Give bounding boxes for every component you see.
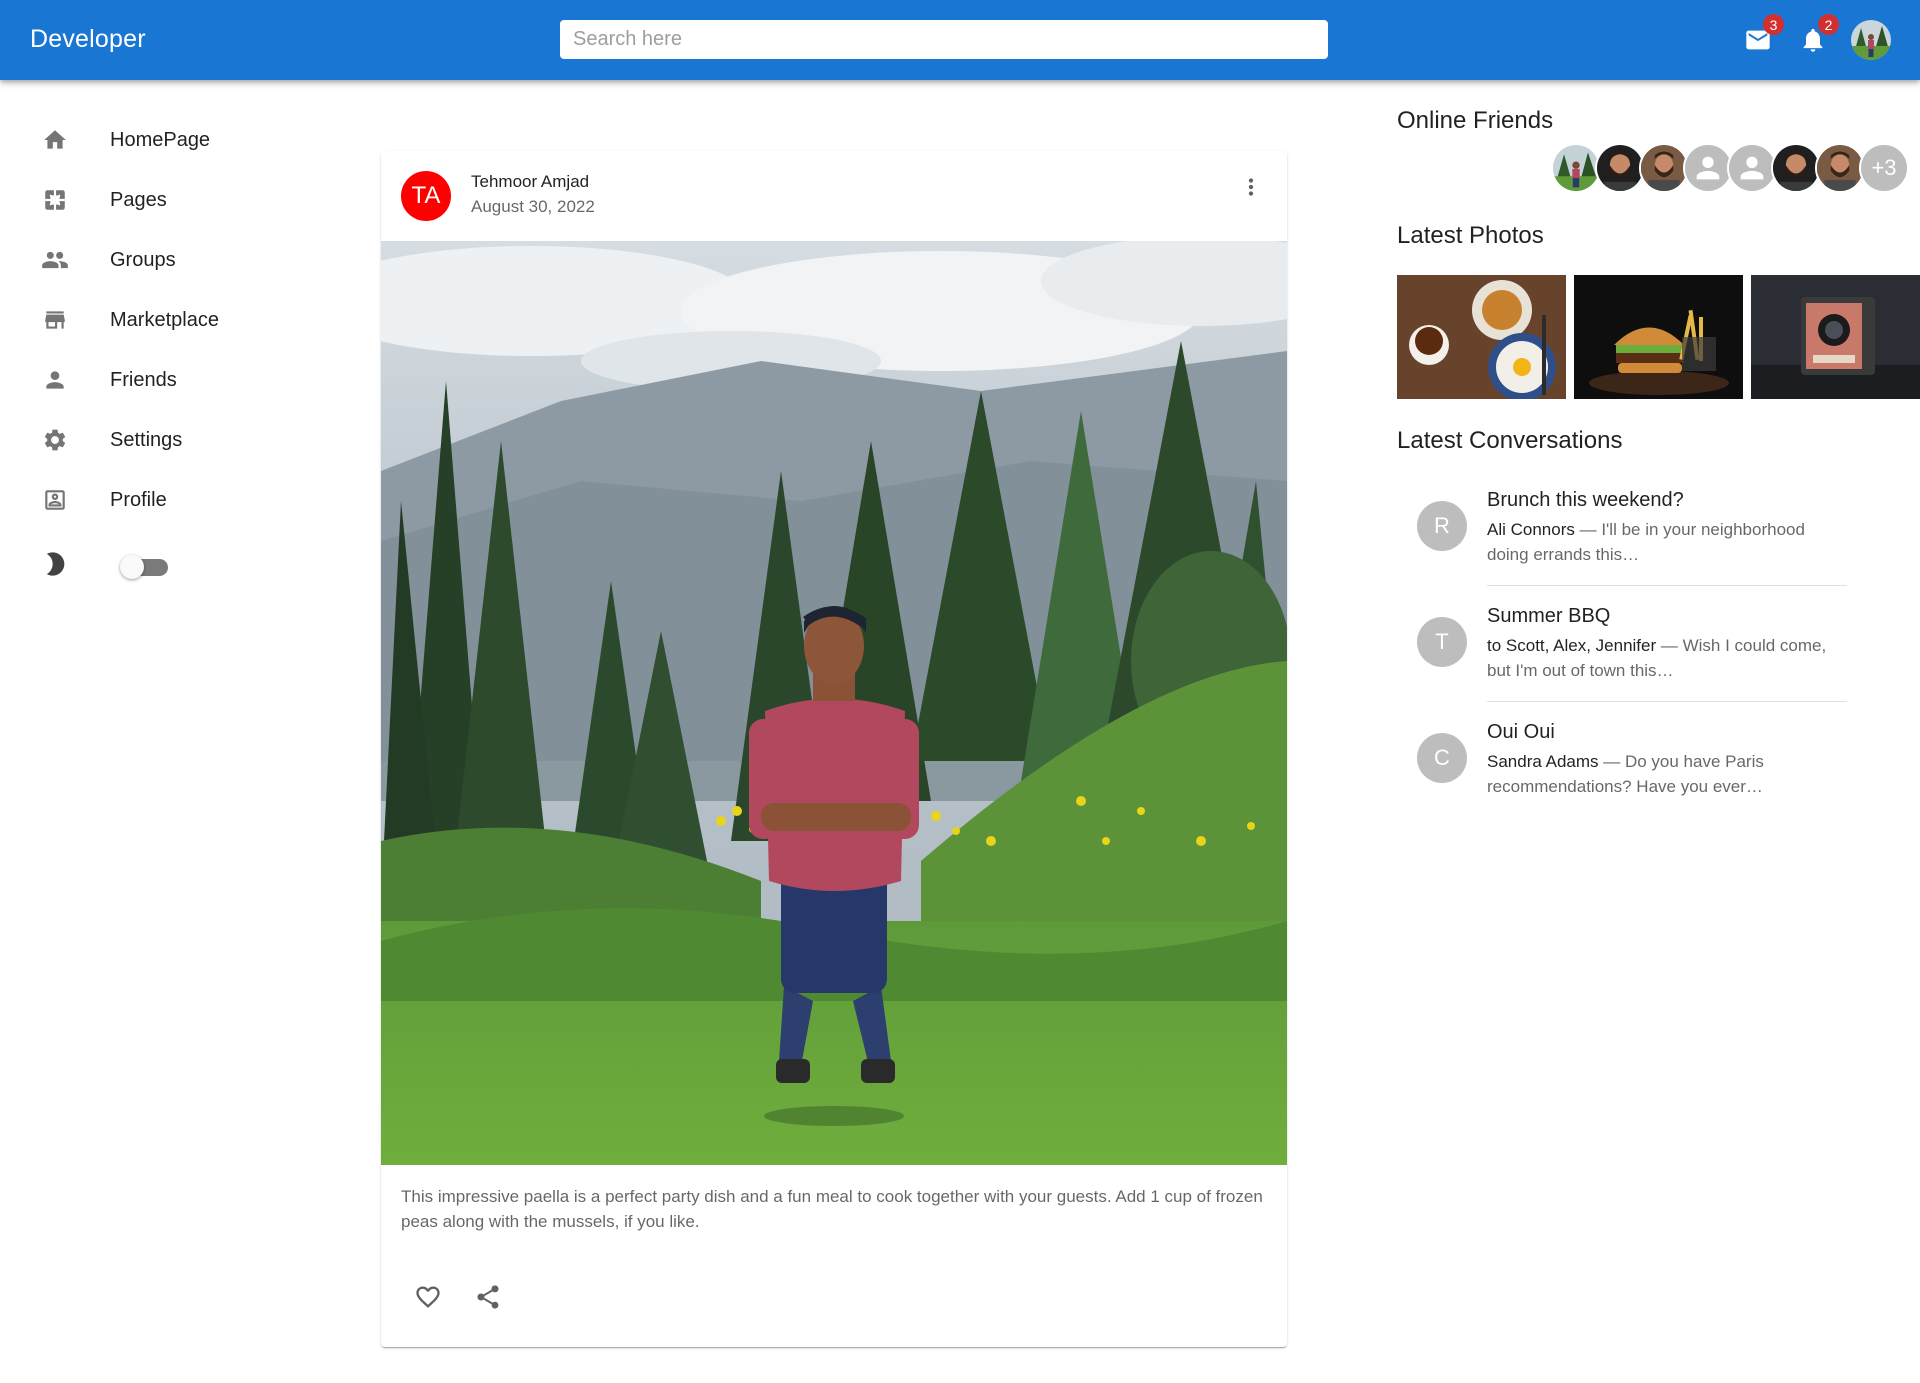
like-button[interactable] — [408, 1277, 448, 1317]
conversation-title: Summer BBQ — [1487, 605, 1611, 627]
photo-thumbnail[interactable] — [1397, 275, 1566, 399]
more-friends-count[interactable]: +3 — [1859, 143, 1909, 193]
sidebar-item-settings[interactable]: Settings — [0, 410, 340, 470]
share-button[interactable] — [468, 1277, 508, 1317]
sidebar-item-friends[interactable]: Friends — [0, 350, 340, 410]
pages-icon — [41, 186, 69, 214]
sidebar-item-groups[interactable]: Groups — [0, 230, 340, 290]
account-box-icon — [41, 486, 69, 514]
sidebar-item-pages[interactable]: Pages — [0, 170, 340, 230]
conversation-preview: to Scott, Alex, Jennifer — Wish I could … — [1487, 633, 1847, 683]
sidebar-item-marketplace[interactable]: Marketplace — [0, 290, 340, 350]
person-icon — [1740, 156, 1764, 180]
user-avatar[interactable] — [1851, 20, 1891, 60]
groups-icon — [41, 246, 69, 274]
mail-badge: 3 — [1763, 14, 1784, 35]
sidebar-item-label: Pages — [110, 188, 167, 211]
sidebar-item-label: Profile — [110, 488, 167, 511]
app-bar: Developer 3 2 — [0, 0, 1920, 80]
sidebar-item-homepage[interactable]: HomePage — [0, 110, 340, 170]
person-icon — [41, 366, 69, 394]
sidebar-item-label: Settings — [110, 428, 183, 451]
post-menu-button[interactable] — [1235, 171, 1267, 203]
friend-avatar[interactable] — [1551, 143, 1601, 193]
notification-badge: 2 — [1818, 14, 1839, 35]
online-friends-group: +3 — [1551, 143, 1920, 193]
online-friends-title: Online Friends — [1397, 107, 1554, 134]
friend-avatar-placeholder[interactable] — [1683, 143, 1733, 193]
person-icon — [1696, 156, 1720, 180]
settings-icon — [41, 426, 69, 454]
post-author-avatar[interactable]: TA — [401, 171, 451, 221]
conversation-sender: Ali Connors — [1487, 520, 1575, 539]
friend-avatar[interactable] — [1595, 143, 1645, 193]
post-author: Tehmoor Amjad — [471, 172, 590, 191]
sidebar-item-label: Groups — [110, 248, 176, 271]
sidebar-item-label: Marketplace — [110, 308, 219, 331]
toggle-thumb — [120, 555, 144, 579]
post-image — [381, 236, 1287, 1165]
conversation-avatar: R — [1417, 501, 1467, 551]
post-card: TA Tehmoor Amjad August 30, 2022 This im… — [381, 151, 1287, 1347]
conversation-sender: Sandra Adams — [1487, 752, 1599, 771]
dark-mode-toggle[interactable] — [120, 554, 168, 579]
conversation-avatar: T — [1417, 617, 1467, 667]
latest-conversations-title: Latest Conversations — [1397, 427, 1623, 454]
conversation-preview: Sandra Adams — Do you have Paris recomme… — [1487, 749, 1847, 799]
heart-icon — [416, 1286, 440, 1308]
sidebar-item-profile[interactable]: Profile — [0, 470, 340, 530]
friend-avatar-placeholder[interactable] — [1727, 143, 1777, 193]
home-icon — [41, 126, 69, 154]
dark-mode-icon — [41, 550, 69, 578]
post-date: August 30, 2022 — [471, 197, 595, 216]
sidebar-item-label: Friends — [110, 368, 177, 391]
friend-avatar[interactable] — [1771, 143, 1821, 193]
storefront-icon — [41, 306, 69, 334]
post-caption: This impressive paella is a perfect part… — [401, 1187, 1263, 1231]
conversation-title: Oui Oui — [1487, 721, 1555, 743]
search-input[interactable] — [560, 20, 1328, 59]
photo-thumbnail[interactable] — [1751, 275, 1920, 399]
share-icon — [477, 1285, 499, 1309]
notifications-button[interactable]: 2 — [1795, 14, 1839, 58]
conversation-avatar: C — [1417, 733, 1467, 783]
conversation-title: Brunch this weekend? — [1487, 489, 1684, 511]
more-vert-icon — [1248, 178, 1254, 196]
friend-avatar[interactable] — [1639, 143, 1689, 193]
friend-avatar[interactable] — [1815, 143, 1865, 193]
mail-button[interactable]: 3 — [1740, 14, 1784, 58]
sidebar-item-label: HomePage — [110, 128, 211, 151]
latest-photos-grid — [1397, 275, 1920, 399]
conversation-sender: to Scott, Alex, Jennifer — [1487, 636, 1657, 655]
conversation-preview: Ali Connors — I'll be in your neighborho… — [1487, 517, 1847, 567]
divider — [1487, 585, 1847, 586]
latest-photos-title: Latest Photos — [1397, 222, 1544, 249]
divider — [1487, 701, 1847, 702]
brand-title[interactable]: Developer — [30, 25, 146, 54]
photo-thumbnail[interactable] — [1574, 275, 1743, 399]
